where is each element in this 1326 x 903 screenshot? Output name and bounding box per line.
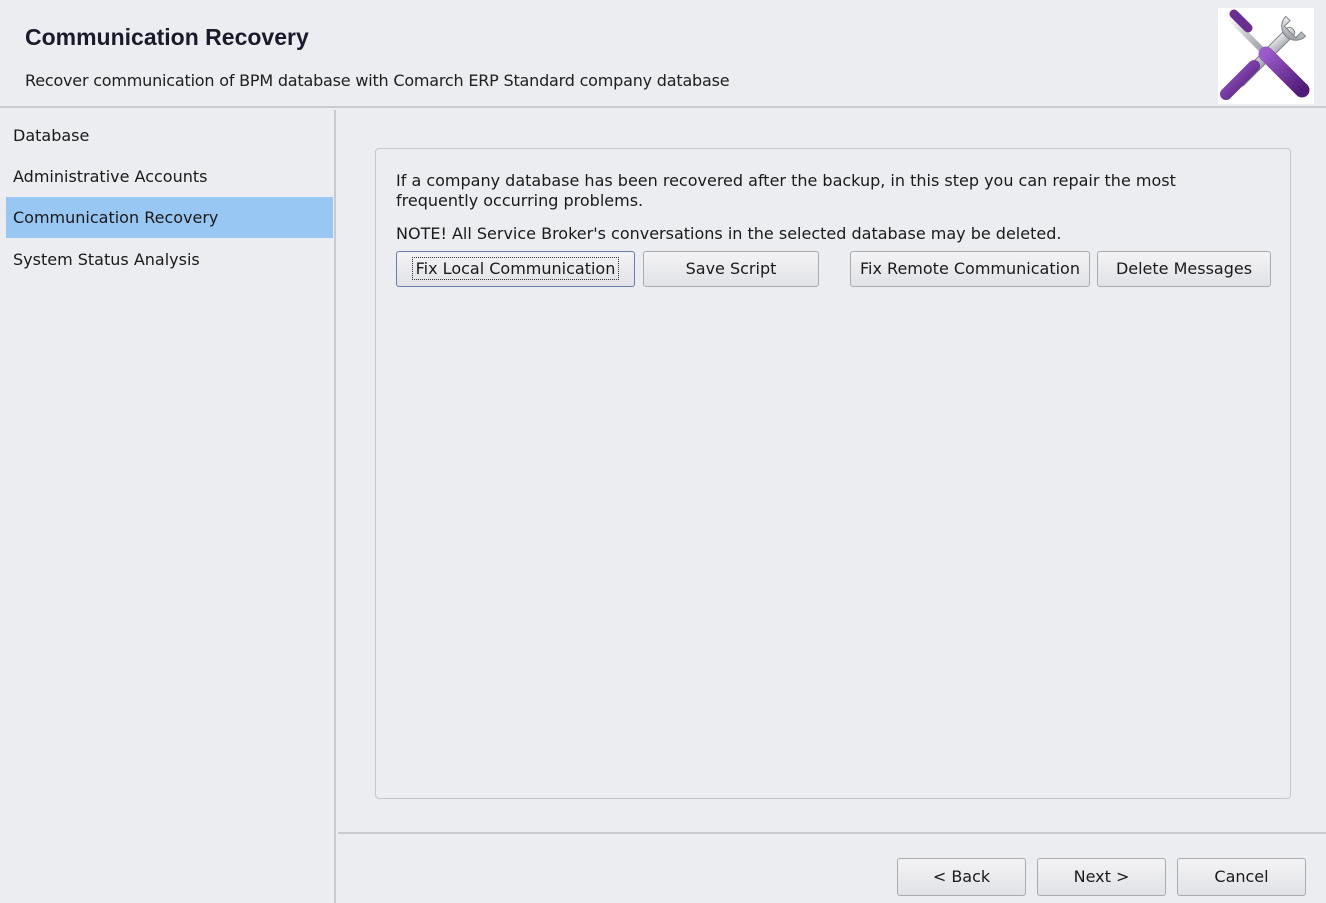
description-text: If a company database has been recovered… xyxy=(396,171,1176,210)
header: Communication Recovery Recover communica… xyxy=(0,0,1326,108)
next-button[interactable]: Next > xyxy=(1037,858,1166,896)
fix-local-communication-label: Fix Local Communication xyxy=(411,257,620,280)
sidebar-item-administrative-accounts[interactable]: Administrative Accounts xyxy=(6,156,333,197)
fix-remote-communication-button[interactable]: Fix Remote Communication xyxy=(850,251,1090,287)
delete-messages-button[interactable]: Delete Messages xyxy=(1097,251,1271,287)
footer-divider xyxy=(338,832,1326,834)
wizard-window: Communication Recovery Recover communica… xyxy=(0,0,1326,903)
page-subtitle: Recover communication of BPM database wi… xyxy=(25,71,730,90)
fix-remote-communication-label: Fix Remote Communication xyxy=(860,259,1080,278)
delete-messages-label: Delete Messages xyxy=(1115,259,1253,278)
save-script-button[interactable]: Save Script xyxy=(643,251,819,287)
sidebar: Database Administrative Accounts Communi… xyxy=(0,110,336,903)
tools-icon xyxy=(1218,8,1314,104)
content-panel: If a company database has been recovered… xyxy=(375,148,1291,799)
fix-local-communication-button[interactable]: Fix Local Communication xyxy=(396,251,635,287)
sidebar-item-communication-recovery[interactable]: Communication Recovery xyxy=(6,197,333,238)
page-title: Communication Recovery xyxy=(25,24,309,50)
note-text: NOTE! All Service Broker's conversations… xyxy=(396,224,1062,243)
sidebar-item-database[interactable]: Database xyxy=(6,115,333,156)
sidebar-item-system-status-analysis[interactable]: System Status Analysis xyxy=(6,239,333,280)
back-button[interactable]: < Back xyxy=(897,858,1026,896)
save-script-label: Save Script xyxy=(685,259,777,278)
cancel-button[interactable]: Cancel xyxy=(1177,858,1306,896)
